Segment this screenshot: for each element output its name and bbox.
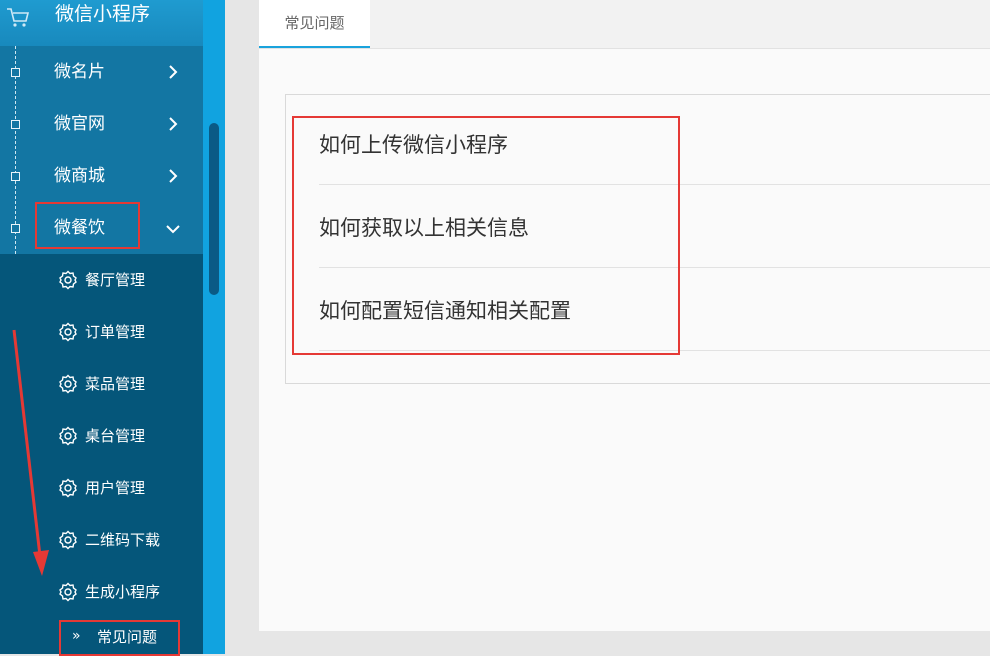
annotation-box-catering [35, 202, 140, 249]
gear-icon [59, 426, 77, 446]
submenu-item-label: 菜品管理 [85, 375, 146, 393]
tree-node [11, 172, 20, 181]
gear-icon [59, 270, 77, 290]
submenu-catering: 餐厅管理 订单管理 菜品管理 桌台管理 用户管理 二维码下载 生成小程序 [0, 254, 203, 654]
submenu-item-label: 桌台管理 [85, 427, 146, 445]
submenu-item-label: 二维码下载 [85, 531, 161, 549]
tree-node [11, 224, 20, 233]
menu-item-label: 微商城 [54, 166, 105, 186]
sidebar-scrollbar[interactable] [203, 0, 225, 654]
gear-icon [59, 582, 77, 602]
submenu-item-label: 生成小程序 [85, 583, 161, 601]
menu-item-label: 微官网 [54, 114, 105, 134]
chevron-down-icon [166, 225, 180, 234]
sidebar-header: 微信小程序 [0, 0, 203, 46]
menu-item-shop[interactable]: 微商城 [0, 150, 203, 203]
submenu-item-dishes[interactable]: 菜品管理 [0, 358, 203, 410]
chevron-right-icon [169, 117, 178, 131]
gear-icon [59, 322, 77, 342]
tree-line [15, 46, 16, 254]
tab-faq[interactable]: 常见问题 [259, 0, 370, 48]
submenu-item-label: 用户管理 [85, 479, 146, 497]
tree-node [11, 120, 20, 129]
chevron-right-icon [169, 65, 178, 79]
menu-item-card[interactable]: 微名片 [0, 46, 203, 99]
tab-bar: 常见问题 [259, 0, 990, 49]
gear-icon [59, 374, 77, 394]
submenu-item-generate[interactable]: 生成小程序 [0, 566, 203, 618]
menu-item-label: 微名片 [54, 62, 105, 82]
scrollbar-thumb[interactable] [209, 123, 219, 295]
tree-node [11, 68, 20, 77]
annotation-box-faq [59, 620, 180, 656]
cart-icon [7, 8, 30, 27]
app-title: 微信小程序 [55, 3, 151, 25]
gear-icon [59, 478, 77, 498]
submenu-item-users[interactable]: 用户管理 [0, 462, 203, 514]
submenu-item-label: 订单管理 [85, 323, 146, 341]
submenu-item-label: 餐厅管理 [85, 271, 146, 289]
submenu-item-orders[interactable]: 订单管理 [0, 306, 203, 358]
sidebar: 微信小程序 微名片 微官网 微商城 微餐饮 餐厅管理 订单管理 菜品管理 桌台管… [0, 0, 203, 654]
tab-label: 常见问题 [284, 14, 345, 32]
menu-item-website[interactable]: 微官网 [0, 98, 203, 151]
gear-icon [59, 530, 77, 550]
chevron-right-icon [169, 169, 178, 183]
annotation-box-questions [292, 116, 680, 355]
submenu-item-tables[interactable]: 桌台管理 [0, 410, 203, 462]
submenu-item-qrcode[interactable]: 二维码下载 [0, 514, 203, 566]
submenu-item-restaurant[interactable]: 餐厅管理 [0, 254, 203, 306]
